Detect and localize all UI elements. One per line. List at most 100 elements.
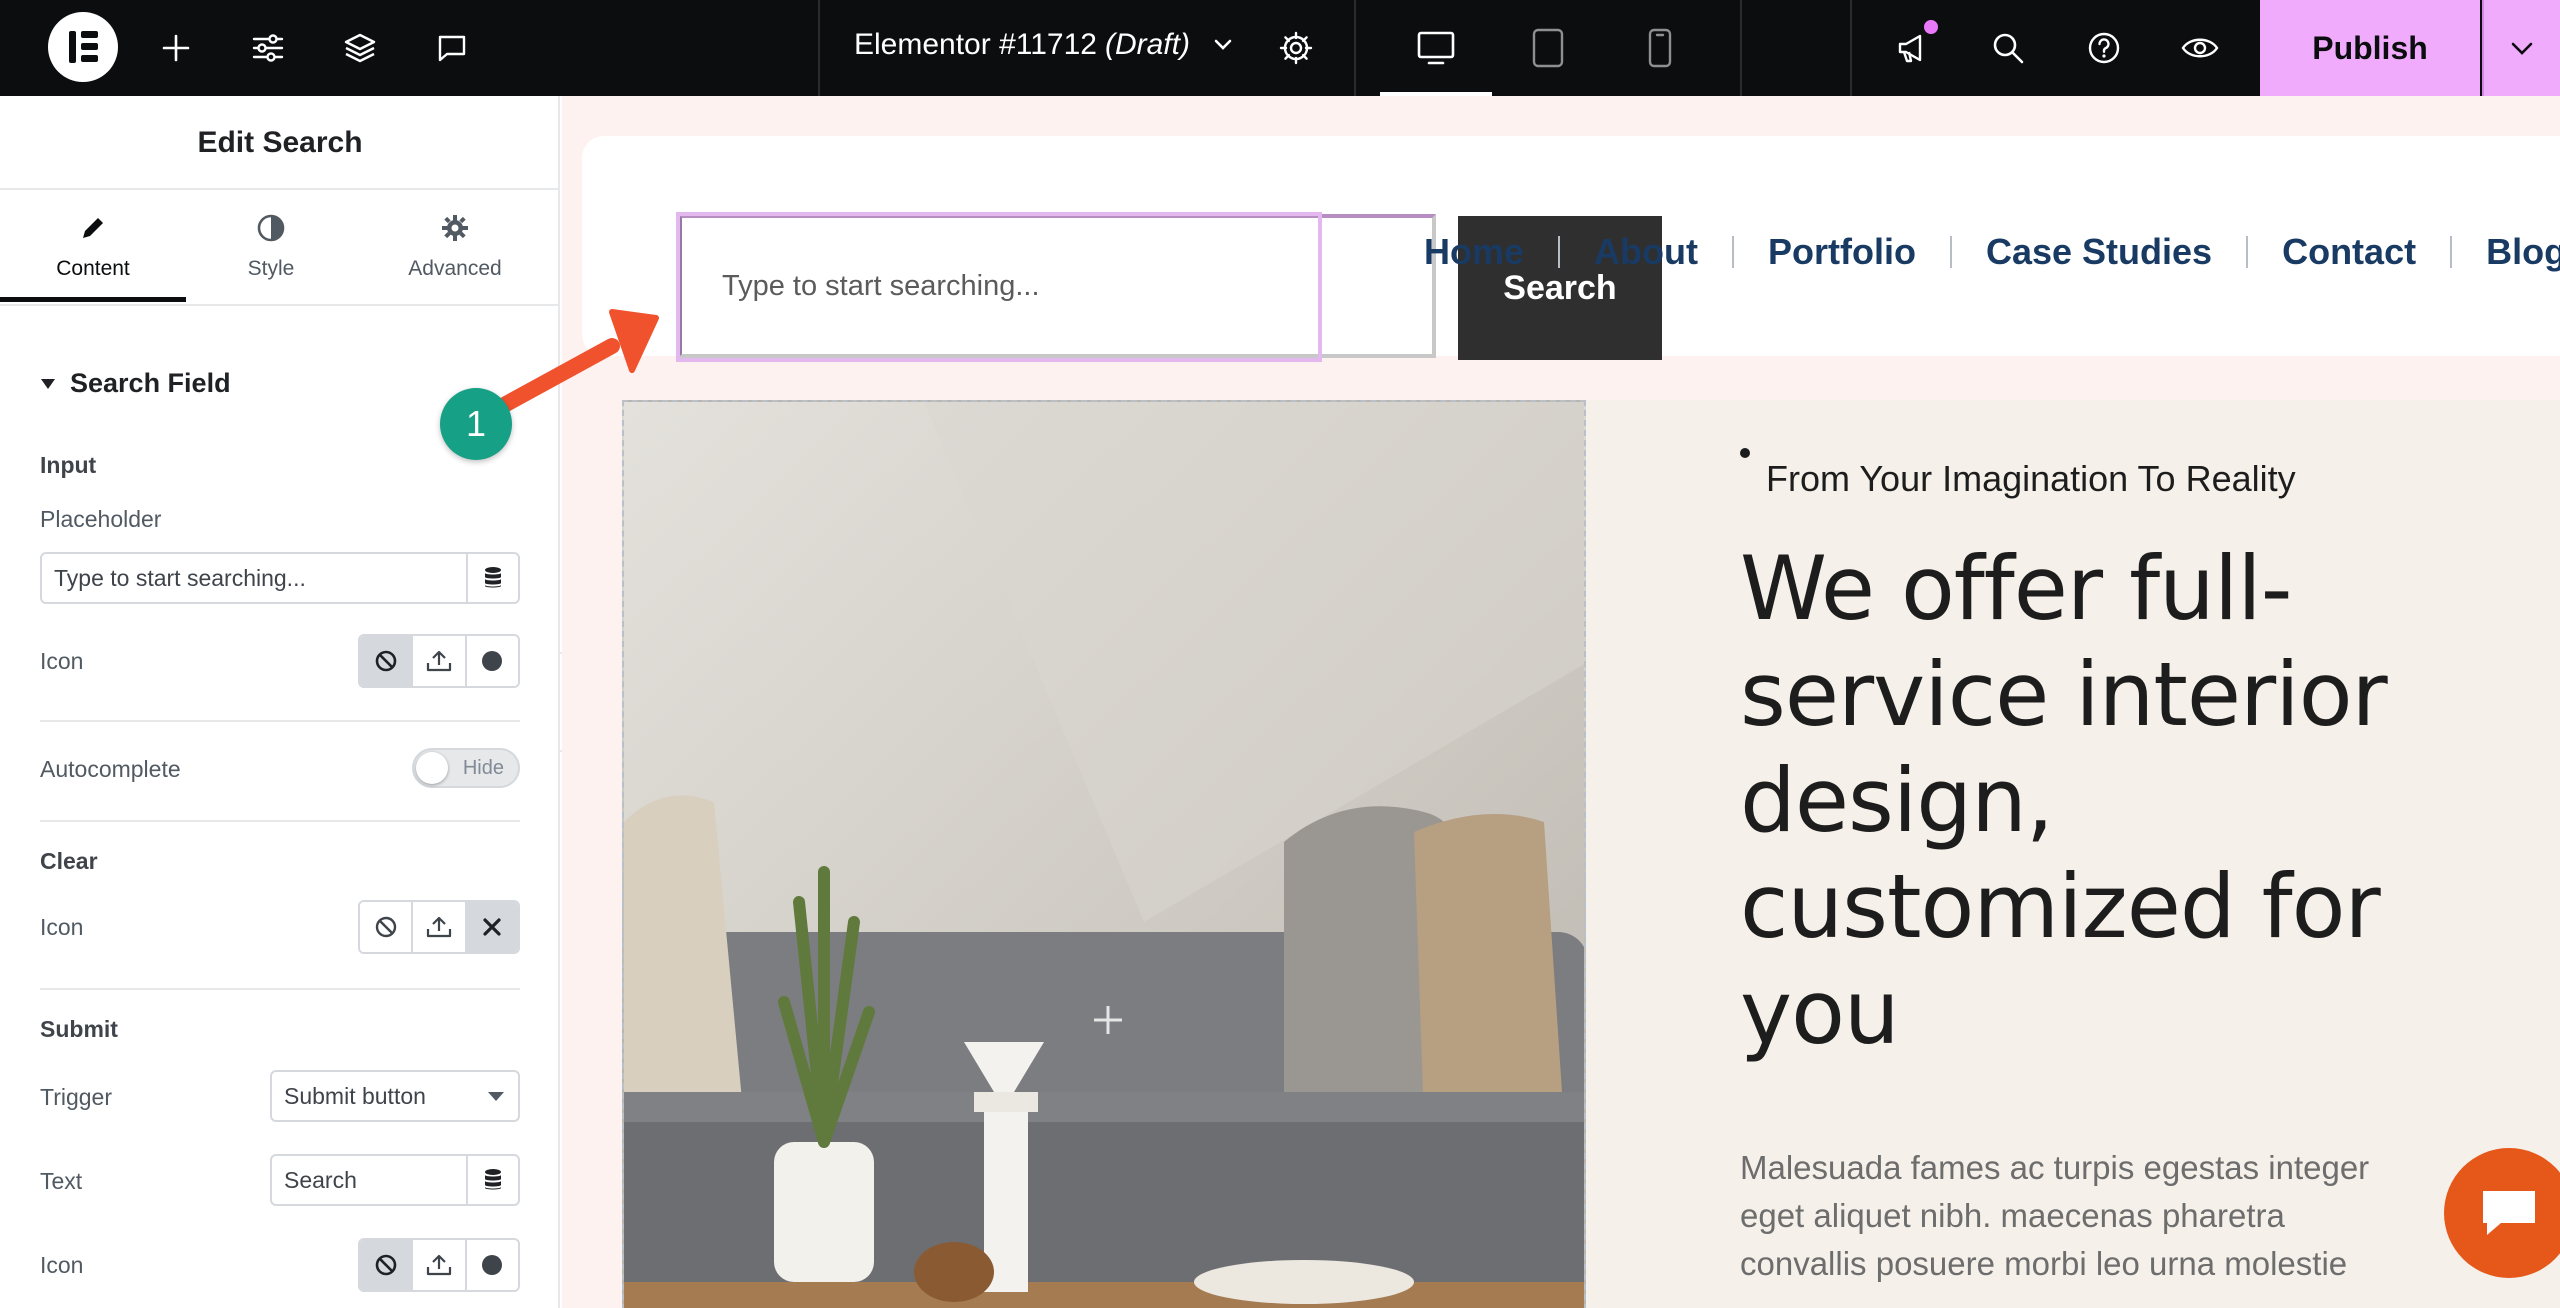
- preview-eye-icon[interactable]: [2174, 22, 2226, 74]
- desktop-view-tab[interactable]: [1380, 0, 1492, 96]
- caret-down-icon: [488, 1092, 504, 1101]
- upload-icon-option[interactable]: [411, 902, 465, 952]
- navigator-layers-icon[interactable]: [334, 22, 386, 74]
- divider: [0, 304, 558, 306]
- elementor-logo[interactable]: [48, 12, 118, 82]
- document-name: Elementor #11712: [854, 28, 1097, 61]
- trigger-select[interactable]: Submit button: [270, 1070, 520, 1122]
- search-input[interactable]: Type to start searching...: [678, 214, 1436, 358]
- autocomplete-toggle[interactable]: Hide: [412, 748, 520, 788]
- nav-home[interactable]: Home: [1424, 231, 1524, 273]
- nav-about[interactable]: About: [1594, 231, 1698, 273]
- text-label: Text: [40, 1168, 83, 1194]
- editor-panel: Edit Search Content Style Advanced Searc…: [0, 96, 560, 1308]
- close-icon-option[interactable]: [464, 902, 518, 952]
- input-icon-choices: [358, 634, 520, 688]
- chevron-down-icon: [1214, 39, 1232, 50]
- comments-icon[interactable]: [426, 22, 478, 74]
- site-settings-icon[interactable]: [242, 22, 294, 74]
- hero-body-text: Malesuada fames ac turpis egestas intege…: [1740, 1149, 2370, 1282]
- page-settings-gear-icon[interactable]: [1270, 22, 1322, 74]
- nav-separator: [2246, 236, 2249, 268]
- trigger-label: Trigger: [40, 1084, 112, 1110]
- nav-portfolio[interactable]: Portfolio: [1768, 231, 1916, 273]
- autocomplete-label: Autocomplete: [40, 756, 181, 782]
- gear-icon: [442, 215, 468, 241]
- clear-heading: Clear: [40, 848, 98, 874]
- input-heading: Input: [40, 452, 97, 478]
- tab-content[interactable]: Content: [0, 192, 186, 302]
- chevron-down-icon: [2511, 42, 2533, 55]
- tab-style[interactable]: Style: [178, 192, 364, 302]
- section-search-field-toggle[interactable]: Search Field: [40, 368, 231, 399]
- ban-icon: [375, 650, 396, 672]
- tab-content-label: Content: [56, 257, 130, 280]
- clear-icon-choices: [358, 900, 520, 954]
- upload-icon: [426, 650, 452, 672]
- step-number-badge: 1: [440, 388, 512, 460]
- nav-separator: [1732, 236, 1734, 268]
- upload-icon: [426, 1254, 452, 1276]
- divider: [1850, 0, 1852, 96]
- section-title: Search Field: [70, 368, 231, 398]
- publish-options-button[interactable]: [2482, 0, 2560, 96]
- search-icon[interactable]: [1982, 22, 2034, 74]
- submit-heading: Submit: [40, 1016, 118, 1042]
- upload-icon-option[interactable]: [411, 636, 465, 686]
- circle-icon-option[interactable]: [464, 1240, 518, 1290]
- submit-icon-label: Icon: [40, 1252, 84, 1278]
- ban-icon: [375, 916, 396, 938]
- mobile-icon: [1648, 28, 1672, 68]
- upload-icon: [426, 916, 452, 938]
- nav-contact[interactable]: Contact: [2282, 231, 2416, 273]
- editor-topbar: Elementor #11712 (Draft) Publish: [0, 0, 2560, 96]
- tab-style-label: Style: [247, 257, 295, 280]
- tablet-view-tab[interactable]: [1492, 0, 1604, 96]
- document-title-dropdown[interactable]: Elementor #11712 (Draft): [854, 28, 1236, 62]
- tab-advanced-label: Advanced: [408, 257, 502, 280]
- mobile-view-tab[interactable]: [1604, 0, 1716, 96]
- placeholder-label: Placeholder: [40, 506, 162, 532]
- divider: [1740, 0, 1742, 96]
- nav-separator: [1558, 236, 1561, 268]
- trigger-value: Submit button: [284, 1082, 426, 1109]
- help-icon[interactable]: [2078, 22, 2130, 74]
- placeholder-value: Type to start searching...: [54, 564, 306, 591]
- dynamic-tags-database-icon[interactable]: [466, 1156, 518, 1204]
- dynamic-tags-database-icon[interactable]: [466, 554, 518, 602]
- document-status: (Draft): [1104, 28, 1190, 61]
- add-element-icon[interactable]: [150, 22, 202, 74]
- pencil-icon: [83, 218, 103, 238]
- divider: [818, 0, 820, 96]
- nav-blog[interactable]: Blog: [2486, 231, 2560, 273]
- submit-icon-choices: [358, 1238, 520, 1292]
- site-header: Type to start searching... Search Home A…: [582, 136, 2560, 362]
- submit-text-field[interactable]: Search: [270, 1154, 520, 1206]
- hero-headline: We offer full-service interior design, c…: [1740, 537, 2388, 1064]
- tablet-icon: [1532, 28, 1564, 68]
- tab-advanced[interactable]: Advanced: [362, 192, 548, 302]
- no-icon-option[interactable]: [360, 902, 412, 952]
- submit-text-value: Search: [284, 1166, 357, 1193]
- placeholder-field[interactable]: Type to start searching...: [40, 552, 520, 604]
- upload-icon-option[interactable]: [411, 1240, 465, 1290]
- toggle-knob: [416, 752, 448, 784]
- nav-separator: [1949, 236, 1952, 268]
- nav-case-studies[interactable]: Case Studies: [1986, 231, 2212, 273]
- publish-button[interactable]: Publish: [2260, 0, 2480, 96]
- no-icon-option[interactable]: [360, 636, 412, 686]
- circle-icon-option[interactable]: [464, 636, 518, 686]
- circle-icon: [482, 651, 503, 671]
- desktop-icon: [1417, 31, 1455, 65]
- icon-label: Icon: [40, 648, 84, 674]
- hero-tagline: From Your Imagination To Reality: [1766, 458, 2296, 499]
- notification-dot: [1924, 20, 1938, 34]
- no-icon-option[interactable]: [360, 1240, 412, 1290]
- list-bullet: [1740, 448, 1750, 458]
- divider: [40, 720, 520, 722]
- search-placeholder: Type to start searching...: [722, 269, 1040, 302]
- autocomplete-state: Hide: [462, 757, 504, 779]
- caret-down-icon: [41, 378, 55, 389]
- main-navigation: Home About Portfolio Case Studies Contac…: [1424, 220, 2560, 284]
- chat-icon: [2483, 1191, 2535, 1235]
